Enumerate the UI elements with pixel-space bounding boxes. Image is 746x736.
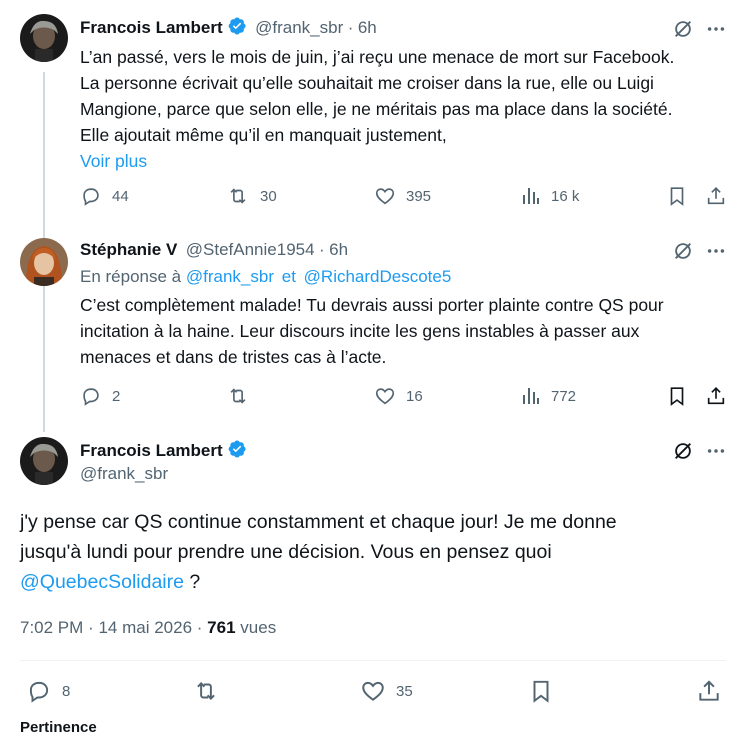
timestamp[interactable]: 6h <box>358 18 377 37</box>
share-icon[interactable] <box>705 385 727 407</box>
post-date[interactable]: 14 mai 2026 <box>98 618 192 637</box>
grok-icon[interactable] <box>672 240 694 262</box>
views-action[interactable]: 16 k <box>521 185 579 207</box>
repost-action[interactable] <box>192 678 220 704</box>
bookmark-icon[interactable] <box>666 185 688 207</box>
reply-action[interactable]: 44 <box>80 185 129 207</box>
avatar-stephanie[interactable] <box>20 238 68 286</box>
avatar-francois[interactable] <box>20 14 68 62</box>
share-icon[interactable] <box>696 678 722 704</box>
grok-icon[interactable] <box>672 440 694 462</box>
separator: · <box>347 18 354 37</box>
repost-icon <box>226 185 250 207</box>
tweet-line: La personne écrivait qu’elle souhaitait … <box>80 73 654 93</box>
views-label: vues <box>240 618 277 637</box>
views-count: 772 <box>551 387 577 405</box>
separator: · <box>319 240 325 259</box>
like-icon <box>374 385 396 407</box>
like-count: 16 <box>406 387 423 405</box>
tweet-line: Elle ajoutait même qu’il en manquait jus… <box>80 125 447 145</box>
repost-icon <box>192 678 220 704</box>
reply-mention-1[interactable]: @frank_sbr <box>186 267 274 286</box>
views-icon <box>521 185 541 207</box>
tweet-line: menaces et dans de tristes cas à l’acte. <box>80 347 387 367</box>
bookmark-icon[interactable] <box>528 678 554 704</box>
timestamp[interactable]: 6h <box>329 240 348 259</box>
author-name[interactable]: Stéphanie V <box>80 240 177 259</box>
like-action[interactable]: 16 <box>374 385 423 407</box>
repost-action[interactable] <box>226 385 250 407</box>
reply-action[interactable]: 2 <box>80 385 120 407</box>
repost-icon <box>226 385 250 407</box>
tweet-line: L’an passé, vers le mois de juin, j’ai r… <box>80 47 675 67</box>
author-name[interactable]: Francois Lambert <box>80 441 223 460</box>
reply-prefix: En réponse à <box>80 267 182 286</box>
share-icon[interactable] <box>705 185 727 207</box>
tweet-meta: 7:02 PM · 14 mai 2026 · 761 vues <box>20 618 276 638</box>
reply-count: 2 <box>112 387 121 405</box>
repost-count: 30 <box>260 187 277 205</box>
verified-badge-icon <box>227 16 247 36</box>
views-action[interactable]: 772 <box>521 385 576 407</box>
tweet-line: incitation à la haine. Leur discours inc… <box>80 321 640 341</box>
tweet-tail: ? <box>183 571 201 593</box>
reply-icon <box>26 678 52 704</box>
author-handle[interactable]: @frank_sbr <box>255 18 343 37</box>
separator: · <box>196 618 203 637</box>
like-icon <box>374 185 396 207</box>
reply-icon <box>80 185 102 207</box>
author-name[interactable]: Francois Lambert <box>80 18 223 37</box>
views-count: 761 <box>207 618 236 637</box>
like-count: 395 <box>406 187 432 205</box>
like-action[interactable]: 35 <box>360 678 413 704</box>
reply-count: 8 <box>62 682 71 700</box>
verified-badge-icon <box>227 439 247 459</box>
avatar-francois[interactable] <box>20 437 68 485</box>
show-more-link[interactable]: Voir plus <box>80 148 730 174</box>
like-count: 35 <box>396 682 413 700</box>
like-icon <box>360 678 386 704</box>
author-handle[interactable]: @frank_sbr <box>80 464 168 484</box>
reply-mention-2[interactable]: @RichardDescote5 <box>304 267 452 286</box>
more-icon[interactable] <box>705 440 727 462</box>
grok-icon[interactable] <box>672 18 694 40</box>
views-icon <box>521 385 541 407</box>
mention-link[interactable]: @QuebecSolidaire <box>20 571 184 593</box>
divider <box>20 660 726 661</box>
tweet-text: C’est complètement malade! Tu devrais au… <box>80 292 730 370</box>
tweet-line: j'y pense car QS continue constamment et… <box>20 511 617 533</box>
separator: · <box>88 618 94 637</box>
sort-label-partial[interactable]: Pertinence <box>20 719 97 736</box>
reply-context: En réponse à @frank_sbr et @RichardDesco… <box>80 267 451 287</box>
tweet-line: jusqu'à lundi pour prendre une décision.… <box>20 541 552 563</box>
tweet-line: Mangione, parce que selon elle, je ne mé… <box>80 99 673 119</box>
reply-action[interactable]: 8 <box>26 678 70 704</box>
tweet-text: L’an passé, vers le mois de juin, j’ai r… <box>80 44 730 174</box>
views-count: 16 k <box>551 187 580 205</box>
post-time[interactable]: 7:02 PM <box>20 618 83 637</box>
tweet-line: C’est complètement malade! Tu devrais au… <box>80 295 664 315</box>
main-tweet-text: j'y pense car QS continue constamment et… <box>20 507 730 597</box>
reply-icon <box>80 385 102 407</box>
bookmark-icon[interactable] <box>666 385 688 407</box>
reply-count: 44 <box>112 187 129 205</box>
more-icon[interactable] <box>705 240 727 262</box>
author-handle[interactable]: @StefAnnie1954 <box>186 240 315 259</box>
repost-action[interactable]: 30 <box>226 185 277 207</box>
like-action[interactable]: 395 <box>374 185 431 207</box>
reply-and: et <box>281 267 296 286</box>
more-icon[interactable] <box>705 18 727 40</box>
